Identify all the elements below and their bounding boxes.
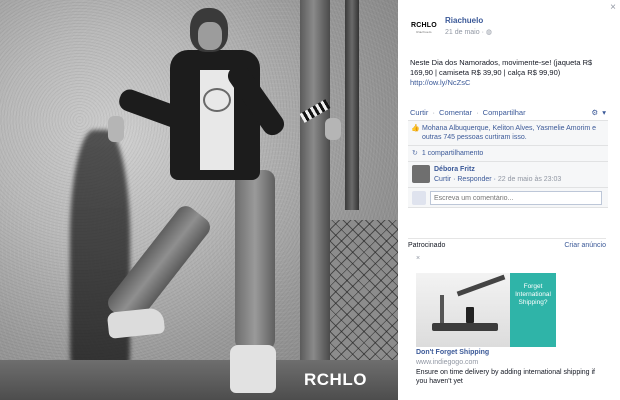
write-comment-row: [408, 188, 608, 208]
shirt-print: [203, 88, 231, 112]
thin-post: [345, 0, 359, 210]
post-sidebar: × RCHLO Riachuelo Riachuelo 21 de maio ·…: [398, 0, 620, 400]
post-options[interactable]: ⚙ ▾: [591, 108, 608, 117]
thumbs-up-icon: 👍: [411, 125, 420, 132]
shares-row[interactable]: ↻ 1 compartilhamento: [408, 146, 608, 162]
chevron-down-icon[interactable]: ▾: [602, 108, 606, 117]
page-name-link[interactable]: Riachuelo: [445, 16, 483, 25]
create-ad-link[interactable]: Criar anúncio: [564, 242, 606, 249]
ad-title[interactable]: Don't Forget Shipping: [416, 349, 489, 356]
comment-like-link[interactable]: Curtir: [434, 176, 451, 183]
model-right-hand: [325, 118, 341, 140]
post-date[interactable]: 21 de maio · ◍: [445, 28, 492, 36]
ad-image-text: Forget International Shipping?: [515, 283, 551, 306]
comment-actions: Curtir · Responder · 22 de maio às 23:03: [434, 176, 562, 183]
user-avatar: [412, 191, 426, 205]
share-icon: ↻: [412, 150, 418, 157]
commenter-name[interactable]: Débora Fritz: [434, 165, 475, 174]
comment-input[interactable]: [430, 191, 602, 205]
like-button[interactable]: Curtir: [410, 108, 428, 117]
model-left-hand: [108, 116, 124, 142]
comment-time[interactable]: 22 de maio às 23:03: [498, 176, 561, 183]
phone-on-dock: [466, 307, 474, 323]
avatar-sub-text: Riachuelo: [416, 30, 432, 34]
wooden-pole: [300, 0, 330, 400]
model-right-shoe: [230, 345, 276, 393]
ad-body: Ensure on time delivery by adding intern…: [416, 369, 595, 385]
model-face: [198, 22, 222, 50]
sponsored-header: Patrocinado Criar anúncio: [408, 238, 606, 249]
shares-text: 1 compartilhamento: [421, 150, 484, 157]
lamp-base: [432, 323, 498, 331]
model-right-leg: [235, 170, 275, 350]
commenter-avatar[interactable]: [412, 165, 430, 183]
post-photo[interactable]: RCHLO: [0, 0, 398, 400]
avatar-logo-text: RCHLO: [411, 22, 437, 29]
feedback-panel: 👍 Mohana Albuquerque, Keliton Alves, Yas…: [408, 120, 608, 208]
globe-icon: ◍: [485, 29, 492, 36]
share-button[interactable]: Compartilhar: [483, 108, 526, 117]
close-icon[interactable]: ×: [610, 2, 616, 13]
gear-icon[interactable]: ⚙: [591, 108, 598, 117]
comment-item: Débora Fritz Curtir · Responder · 22 de …: [408, 162, 608, 188]
lamp-pole: [440, 295, 444, 325]
ad-image[interactable]: Forget International Shipping?: [416, 273, 556, 347]
post-link[interactable]: http://ow.ly/NcZsC: [410, 78, 610, 88]
page-avatar[interactable]: RCHLO Riachuelo: [410, 14, 438, 42]
comment-reply-link[interactable]: Responder: [457, 176, 491, 183]
sponsored-label: Patrocinado: [408, 242, 446, 249]
ad-product-photo: [416, 273, 510, 347]
model-shirt: [200, 70, 234, 170]
likes-text: Mohana Albuquerque, Keliton Alves, Yasme…: [422, 125, 597, 141]
post-header: RCHLO Riachuelo Riachuelo 21 de maio · ◍: [410, 14, 590, 44]
ad-image-panel: Forget International Shipping?: [510, 273, 556, 347]
post-actions: Curtir · Comentar · Compartilhar ⚙ ▾: [410, 108, 608, 117]
likes-row[interactable]: 👍 Mohana Albuquerque, Keliton Alves, Yas…: [408, 121, 608, 146]
brand-watermark: RCHLO: [304, 370, 367, 389]
post-body: Neste Dia dos Namorados, movimente-se! (…: [410, 58, 610, 88]
comment-button[interactable]: Comentar: [439, 108, 472, 117]
post-text: Neste Dia dos Namorados, movimente-se! (…: [410, 58, 593, 77]
ad-close-icon[interactable]: ×: [416, 255, 420, 262]
ad-url[interactable]: www.indiegogo.com: [416, 359, 478, 366]
